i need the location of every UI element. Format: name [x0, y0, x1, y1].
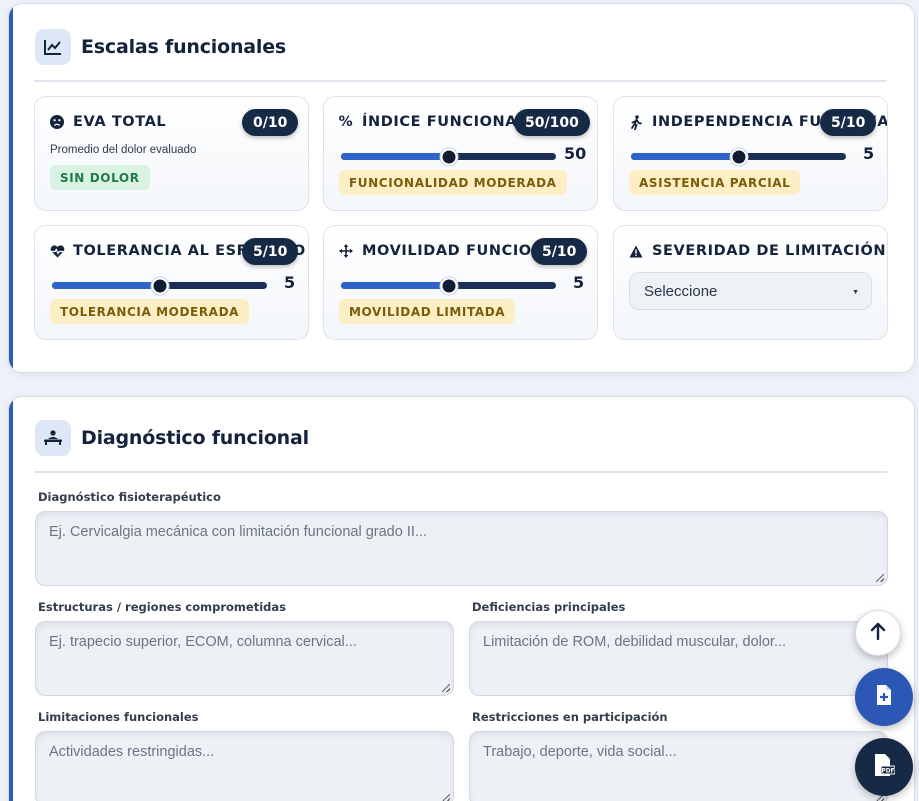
estructuras-textarea[interactable]: Ej. trapecio superior, ECOM, columna cer…: [35, 621, 454, 696]
indice-funcional-tag: FUNCIONALIDAD MODERADA: [339, 170, 567, 195]
diagnostico-placeholder: Ej. Cervicalgia mecánica con limitación …: [49, 524, 427, 540]
resize-handle-icon[interactable]: [442, 794, 450, 801]
scales-title: Escalas funcionales: [81, 36, 287, 58]
move-arrows-icon: [338, 244, 354, 258]
movilidad-funcional-value: 5: [573, 273, 585, 292]
scales-header: Escalas funcionales: [34, 14, 887, 82]
scroll-top-button[interactable]: [855, 610, 901, 656]
independencia-funcional-badge: 5/10: [820, 109, 877, 136]
indice-funcional-slider[interactable]: [341, 148, 556, 165]
scales-panel: Escalas funcionales EVA TOTAL 0/10 Prome…: [8, 3, 915, 373]
tolerancia-esfuerzo-slider[interactable]: [52, 277, 267, 294]
movilidad-funcional-badge: 5/10: [531, 238, 588, 265]
restricciones-textarea[interactable]: Trabajo, deporte, vida social...: [469, 731, 888, 801]
tolerancia-esfuerzo-value: 5: [284, 273, 296, 292]
diagnostico-textarea[interactable]: Ej. Cervicalgia mecánica con limitación …: [35, 511, 888, 586]
limitaciones-textarea[interactable]: Actividades restringidas...: [35, 731, 454, 801]
eva-total-status-tag: SIN DOLOR: [50, 165, 150, 190]
diagnosis-title: Diagnóstico funcional: [81, 427, 309, 449]
chart-line-icon: [35, 29, 71, 65]
severidad-limitacion-title: SEVERIDAD DE LIMITACIÓN: [652, 243, 887, 259]
movilidad-funcional-card: MOVILIDAD FUNCIONAL 5/10 5 MOVILIDAD LIM…: [323, 225, 598, 340]
eva-total-card: EVA TOTAL 0/10 Promedio del dolor evalua…: [34, 96, 309, 211]
slider-thumb[interactable]: [730, 148, 747, 165]
resize-handle-icon[interactable]: [876, 574, 884, 582]
tolerancia-esfuerzo-badge: 5/10: [242, 238, 299, 265]
estructuras-placeholder: Ej. trapecio superior, ECOM, columna cer…: [49, 634, 357, 650]
slider-fill: [341, 282, 449, 289]
tolerancia-esfuerzo-tag: TOLERANCIA MODERADA: [50, 299, 250, 324]
walking-person-icon: [628, 114, 644, 130]
slider-thumb[interactable]: [440, 277, 457, 294]
svg-text:PDF: PDF: [881, 768, 894, 774]
field-label-deficiencias: Deficiencias principales: [472, 600, 626, 614]
eva-total-badge: 0/10: [242, 109, 299, 136]
independencia-funcional-slider[interactable]: [631, 148, 846, 165]
severidad-select[interactable]: Seleccione ▼: [629, 272, 872, 310]
warning-triangle-icon: [628, 245, 644, 258]
field-label-limitaciones: Limitaciones funcionales: [38, 710, 199, 724]
independencia-funcional-tag: ASISTENCIA PARCIAL: [629, 170, 801, 195]
add-document-button[interactable]: [855, 668, 913, 726]
eva-total-subtitle: Promedio del dolor evaluado: [50, 144, 197, 156]
diagnosis-panel: Diagnóstico funcional Diagnóstico fisiot…: [8, 396, 915, 801]
pdf-file-icon: PDF: [873, 753, 896, 782]
movilidad-funcional-tag: MOVILIDAD LIMITADA: [339, 299, 516, 324]
caret-down-icon: ▼: [852, 289, 859, 296]
slider-fill: [52, 282, 160, 289]
tolerancia-esfuerzo-card: TOLERANCIA AL ESFUERZO 5/10 5 TOLERANCIA…: [34, 225, 309, 340]
frown-face-icon: [49, 115, 65, 129]
slider-thumb[interactable]: [151, 277, 168, 294]
limitaciones-placeholder: Actividades restringidas...: [49, 744, 215, 760]
indice-funcional-title: ÍNDICE FUNCIONAL: [362, 114, 527, 130]
file-plus-icon: [875, 684, 893, 711]
movilidad-funcional-slider[interactable]: [341, 277, 556, 294]
independencia-funcional-card: INDEPENDENCIA FUNCIONAL 5/10 5 ASISTENCI…: [613, 96, 888, 211]
export-pdf-button[interactable]: PDF: [855, 738, 913, 796]
resize-handle-icon[interactable]: [442, 684, 450, 692]
eva-total-title: EVA TOTAL: [73, 114, 167, 130]
heartbeat-icon: [49, 244, 65, 258]
field-label-estructuras: Estructuras / regiones comprometidas: [38, 600, 286, 614]
slider-fill: [341, 153, 449, 160]
restricciones-placeholder: Trabajo, deporte, vida social...: [483, 744, 677, 760]
field-label-restricciones: Restricciones en participación: [472, 710, 668, 724]
independencia-funcional-value: 5: [863, 144, 875, 163]
percent-icon: %: [338, 114, 354, 130]
arrow-up-icon: [870, 622, 886, 645]
deficiencias-placeholder: Limitación de ROM, debilidad muscular, d…: [483, 634, 787, 650]
slider-thumb[interactable]: [440, 148, 457, 165]
field-label-diagnostico: Diagnóstico fisioterapéutico: [38, 490, 221, 504]
deficiencias-textarea[interactable]: Limitación de ROM, debilidad muscular, d…: [469, 621, 888, 696]
severidad-limitacion-card: SEVERIDAD DE LIMITACIÓN Seleccione ▼: [613, 225, 888, 340]
slider-fill: [631, 153, 739, 160]
indice-funcional-badge: 50/100: [514, 109, 590, 136]
patient-bed-icon: [35, 420, 71, 456]
indice-funcional-card: % ÍNDICE FUNCIONAL 50/100 50 FUNCIONALID…: [323, 96, 598, 211]
diagnosis-header: Diagnóstico funcional: [34, 405, 887, 473]
severidad-select-value: Seleccione: [644, 282, 718, 300]
indice-funcional-value: 50: [564, 144, 587, 163]
